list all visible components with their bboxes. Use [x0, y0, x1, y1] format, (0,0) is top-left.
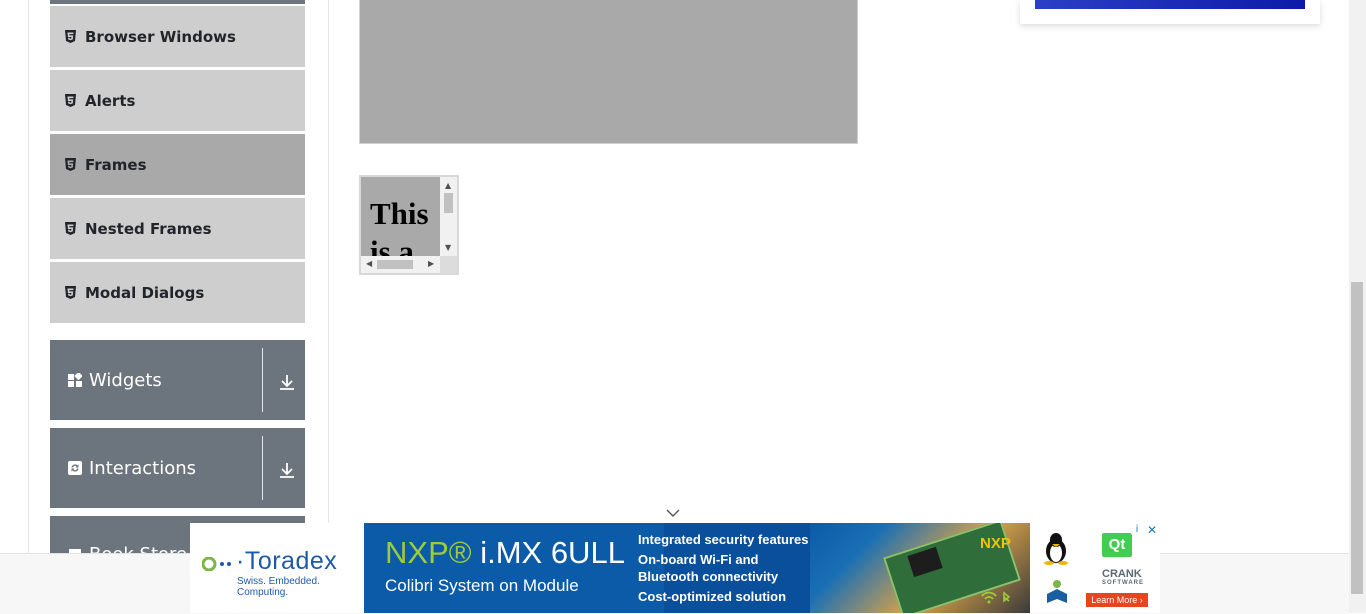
divider: [262, 348, 263, 412]
big-iframe[interactable]: [359, 0, 858, 144]
ad-feature: Bluetooth connectivity: [638, 569, 779, 584]
package-icon: [1047, 580, 1067, 603]
sidebar-item-modal-dialogs[interactable]: Modal Dialogs: [50, 261, 305, 323]
ad-headline-text: i.MX 6ULL: [471, 535, 625, 570]
scroll-down-arrow-icon[interactable]: ▼: [445, 244, 451, 252]
ad-brand-tagline: Swiss. Embedded. Computing.: [237, 576, 320, 598]
html5-icon: [65, 286, 76, 299]
page-scroll-thumb[interactable]: [1351, 282, 1363, 594]
ad-feature: Integrated security features: [638, 532, 809, 547]
ad-brand: ·Toradex: [236, 547, 338, 575]
html5-icon: [65, 94, 76, 107]
crank-logo: CRANK SOFTWARE: [1102, 568, 1144, 586]
group-header-label: Book Store: [89, 544, 187, 553]
widgets-icon: [68, 373, 82, 387]
ad-feature: On-board Wi-Fi and: [638, 552, 759, 567]
html5-icon: [65, 158, 76, 171]
scrollbar-corner: [440, 256, 457, 273]
ad-headline-panel: NXP® i.MX 6ULL Colibri System on Module: [364, 523, 664, 613]
sidebar-item-alerts[interactable]: Alerts: [50, 69, 305, 131]
sidebar-item-label: Nested Frames: [85, 219, 212, 238]
frame-horizontal-scrollbar[interactable]: ◀ ▶: [361, 256, 440, 273]
ad-feature-list: Integrated security features On-board Wi…: [638, 531, 809, 605]
scroll-thumb[interactable]: [444, 193, 453, 213]
sidebar-border: [328, 0, 329, 553]
group-header-label: Widgets: [89, 369, 162, 391]
divider: [262, 436, 263, 500]
small-iframe[interactable]: This is a sample page ▲ ▼ ◀ ▶: [359, 175, 459, 275]
ad-image[interactable]: [1035, 0, 1305, 9]
ad-feature: Cost-optimized solution: [638, 589, 787, 604]
chevron-down-icon[interactable]: [665, 508, 681, 518]
scroll-up-arrow-icon[interactable]: ▲: [445, 182, 451, 190]
download-arrow-icon[interactable]: [277, 372, 297, 392]
qt-logo: Qt: [1102, 533, 1132, 557]
frame-heading: This is a sample page: [370, 196, 429, 257]
scroll-right-arrow-icon[interactable]: ▶: [428, 260, 434, 268]
sidebar-item-browser-windows[interactable]: Browser Windows: [50, 5, 305, 67]
ad-info-icon[interactable]: i: [1130, 523, 1144, 537]
crank-sub: SOFTWARE: [1102, 580, 1144, 586]
html5-icon: [65, 222, 76, 235]
group-header-bottom-edge: [50, 0, 305, 4]
ad-subheadline: Colibri System on Module: [385, 576, 579, 595]
group-header-widgets[interactable]: Widgets: [50, 340, 305, 420]
sidebar-item-frames[interactable]: Frames: [50, 133, 305, 195]
toradex-mark-icon: [202, 557, 231, 571]
sidebar-item-label: Browser Windows: [85, 27, 236, 46]
group-header-interactions[interactable]: Interactions: [50, 428, 305, 508]
linux-tux-icon: [1044, 533, 1068, 565]
group-header-label: Interactions: [89, 457, 197, 479]
scroll-thumb[interactable]: [377, 260, 413, 269]
toradex-logo: ·Toradex Swiss. Embedded. Computing.: [190, 523, 364, 613]
crank-name: CRANK: [1102, 568, 1142, 580]
learn-more-button[interactable]: Learn More ›: [1086, 593, 1148, 607]
bottom-banner-ad[interactable]: ·Toradex Swiss. Embedded. Computing. NXP…: [190, 523, 1160, 613]
html5-icon: [65, 30, 76, 43]
frame-vertical-scrollbar[interactable]: ▲ ▼: [440, 177, 457, 257]
download-arrow-icon[interactable]: [277, 460, 297, 480]
sidebar-item-label: Modal Dialogs: [85, 283, 205, 302]
nxp-logo: NXP: [980, 535, 1011, 552]
wifi-bluetooth-icon: [981, 591, 1011, 604]
page-scrollbar[interactable]: [1349, 0, 1366, 613]
sidebar-border: [28, 0, 29, 553]
ad-close-icon[interactable]: ✕: [1145, 523, 1159, 537]
ad-headline: NXP® i.MX 6ULL: [385, 535, 625, 571]
ad-headline-accent: NXP®: [385, 535, 472, 570]
scroll-left-arrow-icon[interactable]: ◀: [366, 260, 372, 268]
sidebar-ad[interactable]: [1020, 0, 1320, 24]
sidebar-item-label: Frames: [85, 155, 147, 174]
interactions-icon: [68, 461, 82, 475]
sidebar-item-nested-frames[interactable]: Nested Frames: [50, 197, 305, 259]
sidebar-item-label: Alerts: [85, 91, 136, 110]
